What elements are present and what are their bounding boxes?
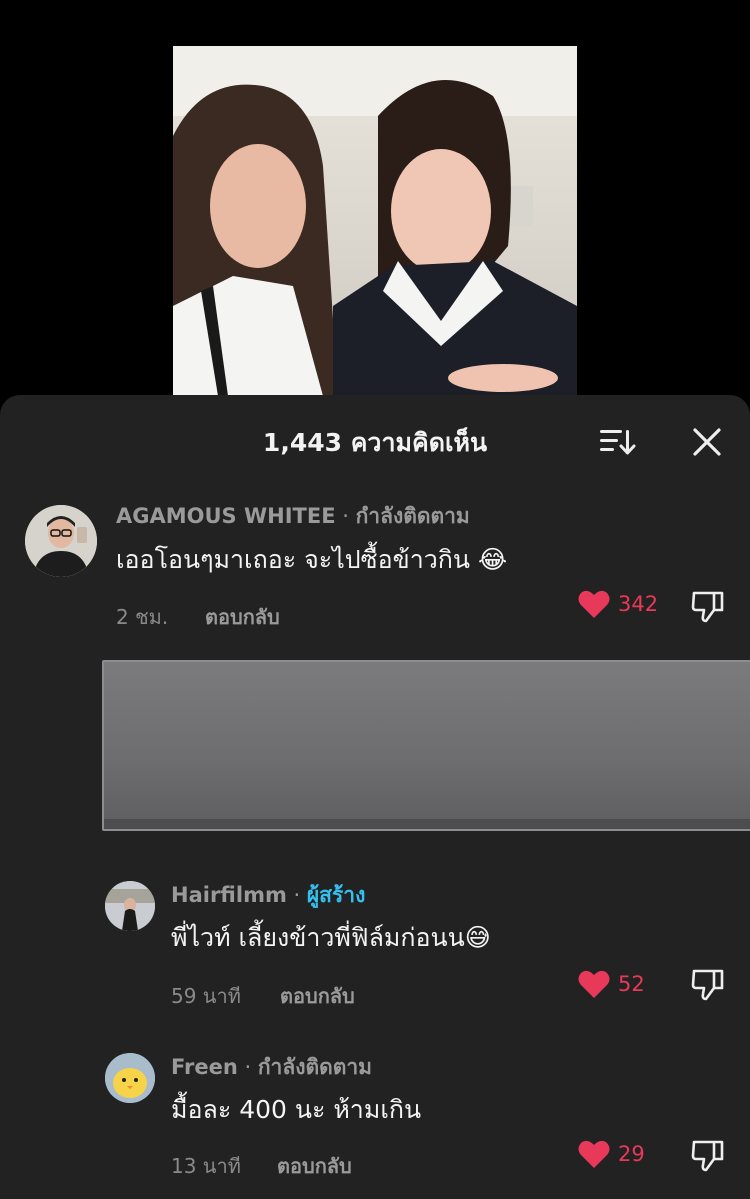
comment-meta: AGAMOUS WHITEE · กำลังติดตาม — [116, 500, 470, 533]
sort-icon — [600, 430, 636, 455]
creator-badge: ผู้สร้าง — [306, 883, 366, 907]
close-icon — [693, 428, 721, 456]
heart-icon — [578, 590, 610, 618]
close-button[interactable] — [690, 425, 724, 459]
comment-text: พี่ไวท์ เลี้ยงข้าวพี่ฟิล์มก่อนน😅 — [171, 923, 491, 952]
comment-time: 2 ชม. — [116, 605, 169, 629]
comment-time: 13 นาที — [171, 1154, 241, 1178]
dislike-button[interactable] — [690, 588, 726, 624]
comment-meta: Freen · กำลังติดตาม — [171, 1051, 372, 1084]
user-avatar-image — [105, 1053, 155, 1103]
username[interactable]: Hairfilmm — [171, 883, 287, 907]
reply-button[interactable]: ตอบกลับ — [280, 980, 355, 1012]
follow-status: กำลังติดตาม — [355, 504, 470, 528]
follow-status: กำลังติดตาม — [257, 1055, 373, 1079]
comment-sticker-image[interactable] — [102, 660, 750, 831]
username[interactable]: AGAMOUS WHITEE — [116, 504, 336, 528]
heart-icon — [578, 970, 610, 998]
reply-button[interactable]: ตอบกลับ — [205, 601, 280, 633]
user-avatar-image — [25, 505, 97, 577]
separator-dot: · — [244, 1055, 258, 1079]
avatar[interactable] — [105, 881, 155, 931]
like-button[interactable]: 342 — [578, 589, 658, 619]
like-count: 52 — [618, 972, 645, 996]
reply-button[interactable]: ตอบกลับ — [277, 1150, 352, 1182]
user-avatar-image — [105, 881, 155, 931]
like-button[interactable]: 52 — [578, 969, 645, 999]
like-count: 342 — [618, 592, 659, 616]
separator-dot: · — [342, 504, 356, 528]
avatar[interactable] — [105, 1053, 155, 1103]
username[interactable]: Freen — [171, 1055, 238, 1079]
avatar[interactable] — [25, 505, 97, 577]
thumbs-down-icon — [691, 1140, 724, 1172]
sort-comments-button[interactable] — [598, 426, 638, 456]
dislike-button[interactable] — [690, 966, 726, 1002]
comment-meta: Hairfilmm · ผู้สร้าง — [171, 879, 365, 912]
video-frame-image — [173, 46, 577, 396]
thumbs-down-icon — [691, 591, 724, 623]
like-button[interactable]: 29 — [578, 1139, 645, 1169]
dislike-button[interactable] — [690, 1137, 726, 1173]
comment-text: เออโอนๆมาเถอะ จะไปซื้อข้าวกิน 😂 — [116, 545, 508, 574]
video-thumbnail[interactable] — [173, 46, 577, 396]
thumbs-down-icon — [691, 969, 724, 1001]
comment-time: 59 นาที — [171, 984, 241, 1008]
separator-dot: · — [293, 883, 307, 907]
like-count: 29 — [618, 1142, 645, 1166]
comment-text: มื้อละ 400 นะ ห้ามเกิน — [171, 1095, 422, 1124]
heart-icon — [578, 1140, 610, 1168]
